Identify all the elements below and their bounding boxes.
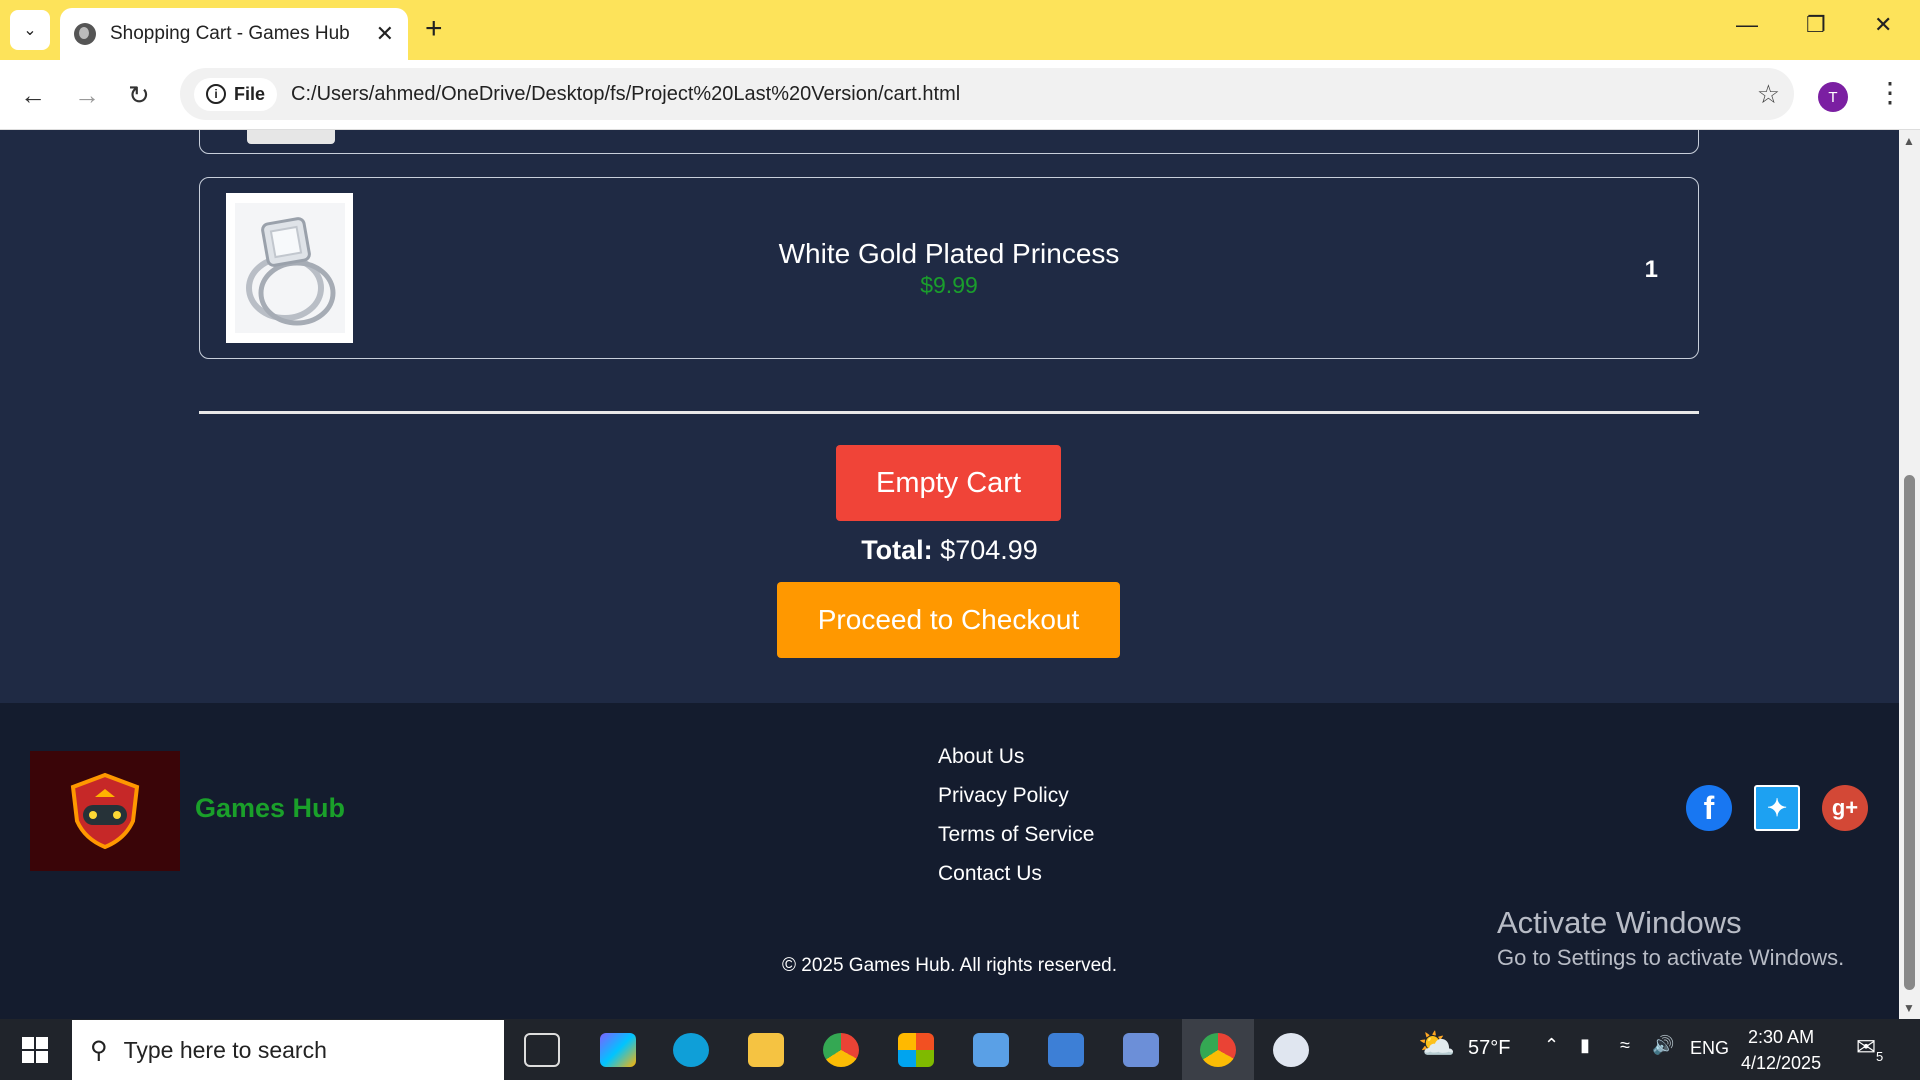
microsoft-store-icon[interactable] — [898, 1033, 934, 1067]
browser-toolbar: ← → ↻ i File C:/Users/ahmed/OneDrive/Des… — [0, 60, 1920, 130]
total-value: $704.99 — [940, 535, 1038, 565]
google-plus-icon[interactable]: g+ — [1822, 785, 1868, 831]
site-footer: Games Hub About Us Privacy Policy Terms … — [0, 703, 1899, 1019]
chevron-up-icon[interactable]: ⌃ — [1544, 1035, 1559, 1056]
close-window-icon[interactable]: ✕ — [1874, 12, 1892, 38]
restore-icon[interactable]: ❐ — [1806, 12, 1826, 38]
page-content: White Gold Plated Princess $9.99 1 Empty… — [0, 130, 1899, 1019]
language-indicator[interactable]: ENG — [1690, 1038, 1729, 1059]
product-name: White Gold Plated Princess — [778, 238, 1120, 269]
footer-links: About Us Privacy Policy Terms of Service… — [938, 737, 1094, 893]
footer-link-about[interactable]: About Us — [938, 737, 1094, 776]
chrome-icon — [1200, 1033, 1236, 1067]
tab-title: Shopping Cart - Games Hub — [110, 23, 350, 44]
minimize-icon[interactable]: — — [1736, 12, 1758, 38]
footer-link-privacy[interactable]: Privacy Policy — [938, 776, 1094, 815]
page-scrollbar[interactable]: ▲ ▼ — [1899, 130, 1920, 1019]
bookmark-star-icon[interactable]: ☆ — [1757, 79, 1780, 110]
checkout-button[interactable]: Proceed to Checkout — [777, 582, 1120, 658]
clock-time: 2:30 AM — [1748, 1027, 1815, 1047]
browser-tab-bar: ⌄ Shopping Cart - Games Hub ✕ + — ❐ ✕ — [0, 0, 1920, 60]
watermark-subtitle: Go to Settings to activate Windows. — [1497, 945, 1845, 970]
product-image — [247, 130, 335, 144]
new-tab-button[interactable]: + — [425, 12, 443, 46]
reload-icon[interactable]: ↻ — [128, 80, 150, 111]
chrome-taskbar-active[interactable] — [1182, 1019, 1254, 1080]
scroll-down-arrow-icon[interactable]: ▼ — [1903, 1001, 1915, 1015]
scroll-thumb[interactable] — [1904, 475, 1915, 990]
cart-total: Total: $704.99 — [0, 535, 1899, 566]
scroll-up-arrow-icon[interactable]: ▲ — [1903, 134, 1915, 148]
footer-link-contact[interactable]: Contact Us — [938, 854, 1094, 893]
file-explorer-icon[interactable] — [748, 1033, 784, 1067]
windows-start-icon[interactable] — [22, 1037, 48, 1063]
empty-cart-button[interactable]: Empty Cart — [836, 445, 1061, 521]
info-icon: i — [206, 84, 226, 104]
windows-taskbar: ⚲ Type here to search ⛅ 57°F ⌃ ▮ ≈ 🔊 ENG… — [0, 1019, 1920, 1080]
task-view-icon[interactable] — [524, 1033, 560, 1067]
weather-temp[interactable]: 57°F — [1468, 1037, 1510, 1060]
battery-icon[interactable]: ▮ — [1580, 1035, 1590, 1056]
watermark-title: Activate Windows — [1497, 905, 1742, 940]
notification-icon[interactable]: ✉ — [1856, 1033, 1876, 1062]
clock-date: 4/12/2025 — [1741, 1053, 1822, 1073]
browser-tab-active[interactable]: Shopping Cart - Games Hub ✕ — [60, 8, 408, 60]
copilot-icon[interactable] — [600, 1033, 636, 1067]
close-tab-icon[interactable]: ✕ — [376, 21, 394, 47]
chevron-down-icon: ⌄ — [23, 22, 37, 39]
weather-icon[interactable]: ⛅ — [1418, 1027, 1455, 1062]
cart-item: White Gold Plated Princess $9.99 1 — [199, 177, 1699, 359]
paint-icon[interactable] — [1273, 1033, 1309, 1067]
divider — [199, 411, 1699, 414]
taskbar-clock[interactable]: 2:30 AM 4/12/2025 — [1741, 1024, 1821, 1076]
search-icon: ⚲ — [90, 1036, 108, 1064]
app-icon[interactable] — [1123, 1033, 1159, 1067]
address-bar[interactable]: i File C:/Users/ahmed/OneDrive/Desktop/f… — [180, 68, 1794, 120]
activate-windows-watermark: Activate Windows Go to Settings to activ… — [1497, 905, 1844, 971]
globe-icon — [74, 23, 96, 45]
tab-search-button[interactable]: ⌄ — [10, 10, 50, 50]
footer-link-terms[interactable]: Terms of Service — [938, 815, 1094, 854]
profile-avatar[interactable]: T — [1818, 82, 1848, 112]
footer-brand: Games Hub — [195, 793, 346, 823]
facebook-icon[interactable]: f — [1686, 785, 1732, 831]
cart-item-partial — [199, 130, 1699, 154]
forward-arrow-icon[interactable]: → — [74, 80, 100, 111]
total-label: Total: — [861, 535, 933, 565]
site-info-chip[interactable]: i File — [194, 77, 278, 111]
product-price: $9.99 — [920, 272, 978, 298]
product-quantity: 1 — [1644, 256, 1658, 283]
browser-menu-icon[interactable]: ⋮ — [1876, 76, 1904, 109]
remote-desktop-icon[interactable] — [973, 1033, 1009, 1067]
gamepad-shield-icon — [70, 772, 140, 850]
chrome-icon[interactable] — [823, 1033, 859, 1067]
twitter-icon[interactable]: ✦ — [1754, 785, 1800, 831]
network-app-icon[interactable] — [1048, 1033, 1084, 1067]
file-label: File — [234, 83, 266, 104]
url-text[interactable]: C:/Users/ahmed/OneDrive/Desktop/fs/Proje… — [291, 83, 1757, 106]
search-placeholder: Type here to search — [123, 1036, 327, 1063]
back-arrow-icon[interactable]: ← — [20, 80, 46, 111]
notification-count: 5 — [1876, 1049, 1884, 1064]
taskbar-search-box[interactable]: ⚲ Type here to search — [72, 1020, 504, 1080]
wifi-icon[interactable]: ≈ — [1620, 1035, 1630, 1056]
games-hub-logo — [30, 751, 180, 871]
edge-icon[interactable] — [673, 1033, 709, 1067]
volume-icon[interactable]: 🔊 — [1652, 1035, 1674, 1056]
